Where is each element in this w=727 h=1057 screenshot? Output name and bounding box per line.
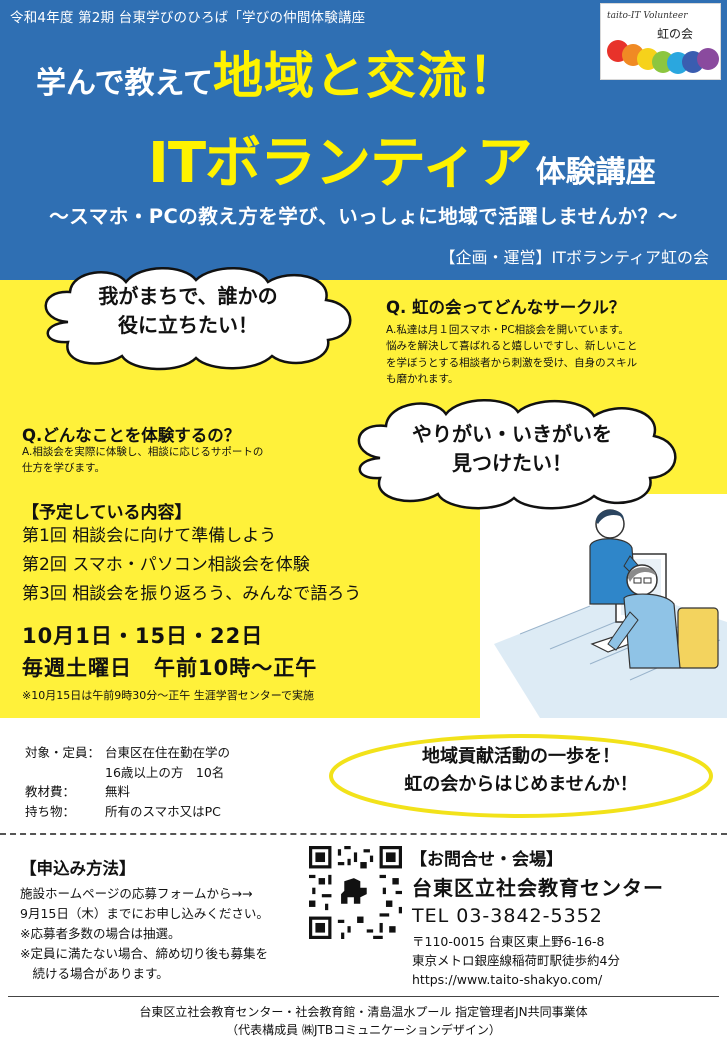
contact-tel[interactable]: TEL 03-3842-5352 — [412, 905, 603, 927]
callout-line-1: 地域貢献活動の一歩を！ — [422, 746, 620, 767]
detail-items-value: 所有のスマホ又はPC — [105, 803, 221, 819]
apply-line: ※定員に満たない場合、締め切り後も募集を — [20, 946, 268, 961]
apply-line: ※応募者多数の場合は抽選。 — [20, 926, 181, 941]
cloud-1-text: 我がまちで、誰かの 役に立ちたい！ — [28, 282, 348, 340]
answer-1: A.私達は月１回スマホ・PC相談会を開いています。 悩みを解決して喜ばれると嬉し… — [386, 322, 637, 387]
details: 対象・定員： 台東区在住在勤在学の 16歳以上の方 10名 教材費： 無料 持ち… — [25, 743, 230, 821]
rainbow-dot-purple — [697, 48, 719, 70]
headline-small-2: 体験講座 — [535, 155, 656, 190]
contact-venue-name: 台東区立社会教育センター — [412, 876, 664, 900]
apply-body: 施設ホームページの応募フォームから→→ 9月15日（木）までにお申し込みください… — [20, 884, 269, 984]
logo-jp-text: 虹の会 — [657, 27, 694, 41]
schedule-note: ※10月15日は午前9時30分～正午 生涯学習センターで実施 — [22, 689, 315, 702]
question-2: Q.どんなことを体験するの？ — [22, 426, 241, 445]
series-label: 令和4年度 第2期 台東学びのひろば「学びの仲間体験講座 — [10, 10, 366, 26]
headline-big-1: 地域と交流！ — [213, 47, 519, 105]
answer-2-line-2: 仕方を学びます。 — [22, 462, 105, 475]
contact-address-line-2: 東京メトロ銀座線稲荷町駅徒歩約4分 — [412, 953, 620, 968]
answer-2: A.相談会を実際に体験し、相談に応じるサポートの 仕方を学びます。 — [22, 444, 263, 477]
logo-en-text: taito-IT Volunteer — [607, 11, 688, 21]
headline-line-1: 学んで教えて地域と交流！ — [36, 36, 519, 108]
schedule: 10月1日・15日・22日 毎週土曜日 午前10時～正午 — [22, 620, 317, 684]
contact-url[interactable]: https://www.taito-shakyo.com/ — [412, 970, 620, 989]
cloud-2-line-2: 見つけたい！ — [452, 451, 572, 475]
apply-line: 施設ホームページの応募フォームから→→ — [20, 886, 253, 901]
callout-text: 地域貢献活動の一歩を！ 虹の会からはじめませんか！ — [326, 743, 716, 799]
apply-line: 9月15日（木）までにお申し込みください。 — [20, 906, 269, 921]
dashed-divider — [0, 833, 727, 835]
illustration-people-at-computer — [494, 509, 727, 718]
answer-1-line-4: も磨かれます。 — [386, 372, 459, 385]
detail-target-value-2: 16歳以上の方 10名 — [105, 764, 225, 780]
answer-2-line-1: A.相談会を実際に体験し、相談に応じるサポートの — [22, 446, 264, 458]
detail-fee-value: 無料 — [105, 784, 131, 799]
headline-big-2: ITボランティア — [148, 131, 533, 196]
cloud-2-text: やりがい・いきがいを 見つけたい！ — [352, 420, 672, 478]
detail-target: 対象・定員： 台東区在住在勤在学の — [25, 743, 230, 763]
cloud-1-line-2: 役に立ちたい！ — [118, 313, 258, 337]
contact-address-line-1: 〒110-0015 台東区東上野6-16-8 — [412, 934, 605, 949]
detail-fee: 教材費： 無料 — [25, 782, 230, 802]
subtitle: ～スマホ・PCの教え方を学び、いっしょに地域で活躍しませんか？～ — [49, 205, 678, 228]
cloud-1-line-1: 我がまちで、誰かの — [98, 284, 278, 308]
apply-line: 続ける場合があります。 — [20, 966, 169, 981]
organizer: 【企画・運営】ITボランティア虹の会 — [439, 248, 709, 267]
detail-target-2: 16歳以上の方 10名 — [25, 763, 230, 783]
footer-divider — [8, 996, 719, 997]
apply-title: 【申込み方法】 — [20, 859, 136, 878]
question-1: Q. 虹の会ってどんなサークル？ — [386, 298, 626, 317]
plan-title: 【予定している内容】 — [22, 503, 192, 523]
detail-fee-label: 教材費： — [25, 784, 76, 799]
plan-item: 第1回 相談会に向けて準備しよう — [22, 526, 277, 546]
detail-items: 持ち物： 所有のスマホ又はPC — [25, 802, 230, 822]
schedule-dates: 10月1日・15日・22日 — [22, 624, 264, 648]
answer-1-line-3: を学ぼうとする相談者から刺激を受け、自身のスキル — [386, 356, 638, 369]
qr-code[interactable] — [309, 846, 402, 939]
contact-address: 〒110-0015 台東区東上野6-16-8 東京メトロ銀座線稲荷町駅徒歩約4分… — [412, 932, 620, 989]
footer: 台東区立社会教育センター・社会教育館・清島温水プール 指定管理者JN共同事業体 … — [0, 1003, 727, 1039]
answer-1-line-2: 悩みを解決して喜ばれると嬉しいですし、新しいこと — [386, 340, 638, 353]
detail-target-label: 対象・定員： — [25, 745, 101, 760]
plan-list: 第1回 相談会に向けて準備しよう 第2回 スマホ・パソコン相談会を体験 第3回 … — [22, 522, 361, 609]
footer-line-1: 台東区立社会教育センター・社会教育館・清島温水プール 指定管理者JN共同事業体 — [139, 1005, 588, 1019]
plan-item: 第3回 相談会を振り返ろう、みんなで語ろう — [22, 584, 362, 604]
footer-line-2: （代表構成員 ㈱JTBコミュニケーションデザイン） — [226, 1023, 501, 1037]
detail-target-value-1: 台東区在住在勤在学の — [105, 745, 231, 760]
callout-line-2: 虹の会からはじめませんか！ — [404, 774, 638, 795]
headline-line-2: ITボランティア 体験講座 — [148, 118, 656, 199]
contact-title: 【お問合せ・会場】 — [410, 850, 563, 870]
headline-small-1: 学んで教えて — [36, 66, 213, 101]
plan-item: 第2回 スマホ・パソコン相談会を体験 — [22, 555, 310, 575]
schedule-time: 毎週土曜日 午前10時～正午 — [22, 656, 318, 680]
cloud-2-line-1: やりがい・いきがいを — [412, 422, 612, 446]
detail-items-label: 持ち物： — [25, 803, 76, 819]
logo: taito-IT Volunteer 虹の会 — [600, 3, 721, 80]
answer-1-line-1: A.私達は月１回スマホ・PC相談会を開いています。 — [386, 324, 629, 336]
